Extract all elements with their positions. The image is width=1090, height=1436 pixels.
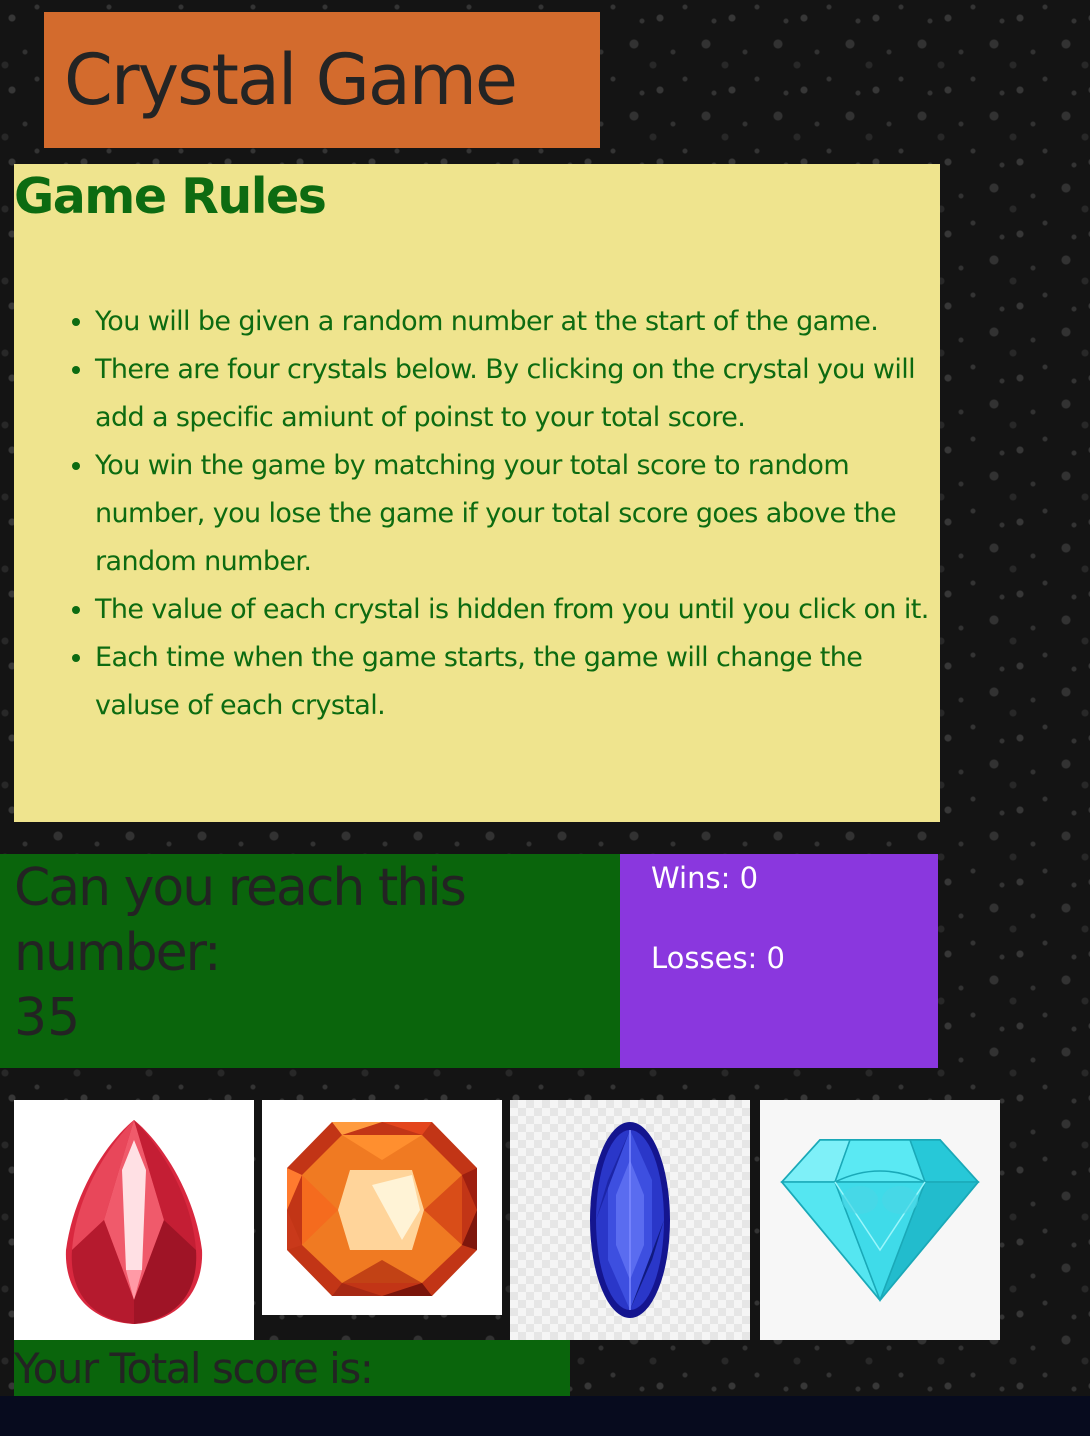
footer-bar — [0, 1396, 1090, 1436]
rules-heading: Game Rules — [14, 168, 327, 225]
scoreboard-panel: Wins: 0 Losses: 0 — [620, 854, 938, 1068]
rule-item: Each time when the game starts, the game… — [95, 634, 940, 730]
blue-oval-crystal-icon — [510, 1100, 750, 1340]
rule-item: The value of each crystal is hidden from… — [95, 586, 940, 634]
orange-octagon-crystal-icon — [287, 1122, 477, 1296]
crystal-button-orange[interactable] — [262, 1100, 502, 1315]
rule-item: You win the game by matching your total … — [95, 442, 940, 586]
target-label: Can you reach this number: — [14, 858, 467, 983]
rule-item: You will be given a random number at the… — [95, 298, 940, 346]
target-number: 35 — [14, 988, 81, 1048]
wins-counter: Wins: 0 — [651, 861, 759, 895]
crystal-button-red[interactable] — [14, 1100, 254, 1340]
title-banner: Crystal Game — [44, 12, 600, 148]
cyan-diamond-crystal-icon — [780, 1139, 980, 1303]
total-score-panel: Your Total score is: — [14, 1340, 570, 1396]
losses-counter: Losses: 0 — [651, 941, 785, 975]
rules-panel: Game Rules You will be given a random nu… — [14, 164, 940, 822]
target-panel: Can you reach this number: 35 — [0, 854, 620, 1068]
crystal-button-cyan[interactable] — [760, 1100, 1000, 1340]
rules-list: You will be given a random number at the… — [14, 298, 940, 730]
total-score-label: Your Total score is: — [14, 1344, 374, 1393]
red-teardrop-crystal-icon — [65, 1120, 203, 1324]
crystal-button-blue[interactable] — [510, 1100, 750, 1340]
page-title: Crystal Game — [64, 39, 518, 121]
rule-item: There are four crystals below. By clicki… — [95, 346, 940, 442]
